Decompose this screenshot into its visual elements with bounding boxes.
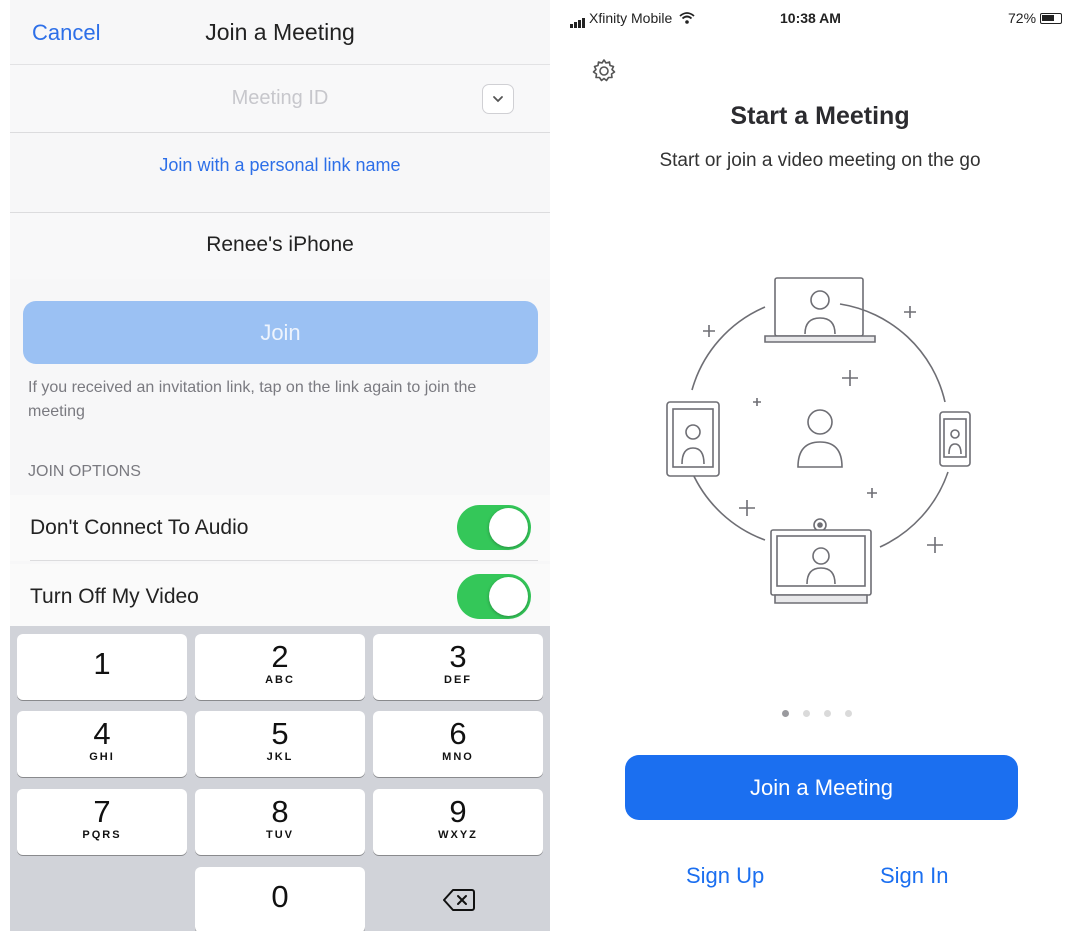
toggle-knob xyxy=(489,577,528,616)
key-digit: 5 xyxy=(271,716,289,751)
start-meeting-screen: Xfinity Mobile 10:38 AM 72% Start a Meet… xyxy=(560,0,1076,931)
devices-connected-illustration xyxy=(666,277,971,604)
key-letters: JKL xyxy=(266,751,294,763)
key-digit: 9 xyxy=(449,794,467,829)
numeric-keypad: 1 2 ABC 3 DEF 4 GHI 5 JKL 6 MNO 7 PQRS 8… xyxy=(10,626,550,931)
key-digit: 2 xyxy=(271,639,289,674)
key-9[interactable]: 9 WXYZ xyxy=(373,789,543,855)
toggle-knob xyxy=(489,508,528,547)
battery-percent: 72% xyxy=(1008,10,1037,26)
key-letters: PQRS xyxy=(82,829,122,841)
audio-toggle[interactable] xyxy=(457,505,531,550)
option-row-audio: Don't Connect To Audio xyxy=(10,495,550,561)
backspace-icon xyxy=(443,889,475,911)
key-letters: MNO xyxy=(442,751,474,763)
nav-bar: Cancel Join a Meeting xyxy=(10,0,550,65)
key-5[interactable]: 5 JKL xyxy=(195,711,365,777)
key-3[interactable]: 3 DEF xyxy=(373,634,543,700)
meeting-id-placeholder: Meeting ID xyxy=(231,87,329,109)
key-digit: 4 xyxy=(93,716,111,751)
sign-in-link[interactable]: Sign In xyxy=(880,863,949,889)
battery-status: 72% xyxy=(1008,10,1062,26)
page-dot[interactable] xyxy=(824,710,831,717)
key-7[interactable]: 7 PQRS xyxy=(17,789,187,855)
signal-icon xyxy=(570,12,586,28)
key-letters: TUV xyxy=(266,829,294,841)
key-1[interactable]: 1 xyxy=(17,634,187,700)
battery-icon xyxy=(1039,13,1062,24)
option-label-audio: Don't Connect To Audio xyxy=(30,516,249,539)
sign-up-link[interactable]: Sign Up xyxy=(686,863,764,889)
delete-key[interactable] xyxy=(373,867,543,931)
key-letters: ABC xyxy=(265,674,295,686)
key-2[interactable]: 2 ABC xyxy=(195,634,365,700)
carrier-info: Xfinity Mobile xyxy=(570,10,695,28)
join-options-header: JOIN OPTIONS xyxy=(28,463,141,480)
key-4[interactable]: 4 GHI xyxy=(17,711,187,777)
key-6[interactable]: 6 MNO xyxy=(373,711,543,777)
meeting-id-field[interactable]: Meeting ID xyxy=(10,65,550,133)
join-meeting-screen: Cancel Join a Meeting Meeting ID Join wi… xyxy=(10,0,550,931)
display-name-value: Renee's iPhone xyxy=(206,233,354,256)
option-row-video: Turn Off My Video xyxy=(10,564,550,626)
key-0[interactable]: 0 xyxy=(195,867,365,931)
status-time: 10:38 AM xyxy=(780,10,841,26)
key-digit: 1 xyxy=(93,646,111,681)
page-dot[interactable] xyxy=(782,710,789,717)
personal-link-button[interactable]: Join with a personal link name xyxy=(10,155,550,176)
join-button[interactable]: Join xyxy=(23,301,538,364)
status-bar: Xfinity Mobile 10:38 AM 72% xyxy=(560,0,1076,36)
start-meeting-title: Start a Meeting xyxy=(730,102,910,130)
page-dot[interactable] xyxy=(803,710,810,717)
invitation-hint: If you received an invitation link, tap … xyxy=(28,379,477,420)
video-toggle[interactable] xyxy=(457,574,531,619)
display-name-field[interactable]: Renee's iPhone xyxy=(10,212,550,279)
history-dropdown-button[interactable] xyxy=(482,84,514,114)
gear-icon[interactable] xyxy=(590,57,618,85)
wifi-icon xyxy=(679,12,695,24)
carrier-name: Xfinity Mobile xyxy=(589,10,673,26)
page-dot[interactable] xyxy=(845,710,852,717)
page-title: Join a Meeting xyxy=(205,19,355,45)
chevron-down-icon xyxy=(493,96,503,103)
key-digit: 3 xyxy=(449,639,467,674)
key-letters: WXYZ xyxy=(438,829,478,841)
divider xyxy=(30,560,538,561)
key-digit: 8 xyxy=(271,794,289,829)
start-meeting-subtitle: Start or join a video meeting on the go xyxy=(659,150,981,171)
option-label-video: Turn Off My Video xyxy=(30,585,199,608)
key-letters: GHI xyxy=(89,751,115,763)
battery-fill xyxy=(1041,15,1054,21)
key-digit: 7 xyxy=(93,794,111,829)
join-a-meeting-button[interactable]: Join a Meeting xyxy=(625,755,1018,820)
key-digit: 6 xyxy=(449,716,467,751)
page-indicator xyxy=(782,704,866,722)
key-digit: 0 xyxy=(271,879,289,914)
key-letters: DEF xyxy=(444,674,472,686)
key-8[interactable]: 8 TUV xyxy=(195,789,365,855)
